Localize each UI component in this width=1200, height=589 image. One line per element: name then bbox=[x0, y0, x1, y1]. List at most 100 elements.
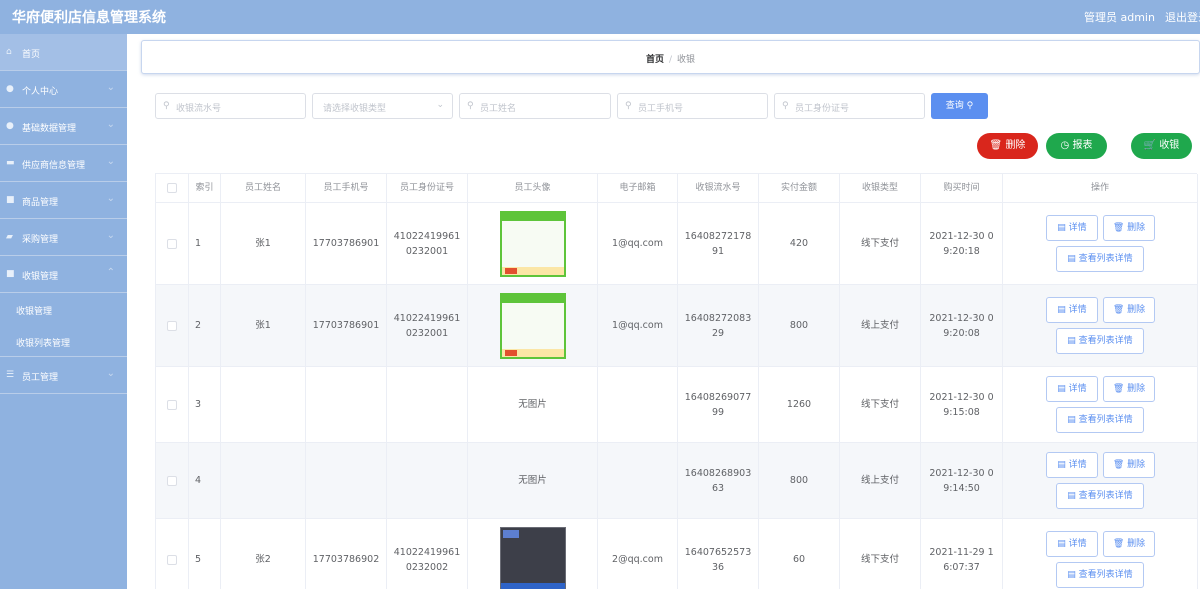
chevron-down-icon: ⌄ bbox=[106, 230, 115, 241]
detail-button[interactable]: ▤ 详情 bbox=[1046, 531, 1098, 557]
header-select-all[interactable] bbox=[156, 174, 189, 202]
chevron-down-icon: ⌄ bbox=[106, 193, 115, 204]
sidebar-subitem-cashier-list[interactable]: 收银列表管理 bbox=[0, 325, 127, 357]
cell-serial: 1640826890363 bbox=[684, 467, 752, 494]
list-detail-button[interactable]: ▤ 查看列表详情 bbox=[1056, 562, 1144, 588]
cell-type: 线下支付 bbox=[840, 519, 921, 589]
document-icon: ▤ bbox=[1057, 539, 1069, 549]
row-delete-button[interactable]: 🗑 删除 bbox=[1103, 452, 1155, 478]
cashier-button[interactable]: 🛒 收银 bbox=[1131, 133, 1192, 159]
serial-search-input[interactable]: ⚲ 收银流水号 bbox=[155, 93, 306, 119]
query-button[interactable]: 查询 ⚲ bbox=[931, 93, 988, 119]
checkbox[interactable] bbox=[167, 183, 177, 193]
sidebar-item-label: 个人中心 bbox=[22, 87, 59, 97]
header-cell: 员工姓名 bbox=[221, 174, 306, 202]
report-label: 报表 bbox=[1072, 140, 1093, 151]
sidebar-item-label: 供应商信息管理 bbox=[22, 161, 86, 171]
detail-button[interactable]: ▤ 详情 bbox=[1046, 215, 1098, 241]
cell-phone: 17703786901 bbox=[306, 285, 387, 366]
list-icon: ☰ bbox=[6, 370, 15, 380]
trash-icon: 🗑 bbox=[1112, 305, 1128, 315]
document-icon: ▤ bbox=[1067, 254, 1079, 264]
cell-serial: 1640827217891 bbox=[684, 230, 752, 257]
detail-button[interactable]: ▤ 详情 bbox=[1046, 452, 1098, 478]
cell-index: 1 bbox=[189, 203, 221, 284]
cell-avatar-text: 无图片 bbox=[468, 443, 598, 518]
detail-button[interactable]: ▤ 详情 bbox=[1046, 376, 1098, 402]
sidebar-item-label: 首页 bbox=[22, 50, 41, 60]
table-row: 5 张2 17703786902 410224199610232002 2@qq… bbox=[156, 519, 1198, 589]
checkbox[interactable] bbox=[167, 554, 177, 565]
data-table: 索引 员工姓名 员工手机号 员工身份证号 员工头像 电子邮箱 收银流水号 实付金… bbox=[155, 173, 1198, 589]
cell-type: 线上支付 bbox=[840, 443, 921, 518]
document-icon: ▤ bbox=[1057, 305, 1069, 315]
cell-email: 1@qq.com bbox=[598, 203, 678, 284]
trash-icon: 🗑 bbox=[1112, 384, 1128, 394]
row-delete-button[interactable]: 🗑 删除 bbox=[1103, 376, 1155, 402]
cell-phone bbox=[306, 443, 387, 518]
name-search-input[interactable]: ⚲ 员工姓名 bbox=[459, 93, 611, 119]
sidebar-item-cashier[interactable]: ■ 收银管理 ⌃ bbox=[0, 256, 127, 293]
search-icon: ⚲ bbox=[625, 101, 632, 111]
cell-type: 线上支付 bbox=[840, 285, 921, 366]
list-detail-button[interactable]: ▤ 查看列表详情 bbox=[1056, 246, 1144, 272]
user-icon: ● bbox=[6, 84, 14, 94]
cell-time: 2021-12-30 09:14:50 bbox=[929, 467, 994, 494]
cell-id-card: 410224199610232002 bbox=[393, 546, 461, 573]
breadcrumb-home[interactable]: 首页 bbox=[646, 55, 664, 65]
sidebar-item-purchase[interactable]: ▰ 采购管理 ⌄ bbox=[0, 219, 127, 256]
detail-button[interactable]: ▤ 详情 bbox=[1046, 297, 1098, 323]
checkbox[interactable] bbox=[167, 399, 177, 410]
document-icon: ▤ bbox=[1057, 460, 1069, 470]
checkbox[interactable] bbox=[167, 475, 177, 486]
sidebar-item-basic-data[interactable]: ● 基础数据管理 ⌄ bbox=[0, 108, 127, 145]
cell-serial: 1640827208329 bbox=[684, 312, 752, 339]
cell-serial: 1640826907799 bbox=[684, 391, 752, 418]
top-bar: 华府便利店信息管理系统 管理员 admin 退出登录 bbox=[0, 0, 1200, 34]
type-select[interactable]: 请选择收银类型 ⌄ bbox=[312, 93, 453, 119]
sidebar-item-goods[interactable]: ■ 商品管理 ⌄ bbox=[0, 182, 127, 219]
sidebar-item-supplier[interactable]: ▬ 供应商信息管理 ⌄ bbox=[0, 145, 127, 182]
header-cell: 实付金额 bbox=[759, 174, 840, 202]
header-cell: 收银类型 bbox=[840, 174, 921, 202]
list-detail-button[interactable]: ▤ 查看列表详情 bbox=[1056, 483, 1144, 509]
document-icon: ▤ bbox=[1067, 570, 1079, 580]
sidebar-item-staff[interactable]: ☰ 员工管理 ⌄ bbox=[0, 357, 127, 394]
delete-button[interactable]: 🗑 删除 bbox=[977, 133, 1038, 159]
cell-amount: 800 bbox=[759, 443, 840, 518]
document-icon: ▤ bbox=[1067, 491, 1079, 501]
sidebar-item-label: 采购管理 bbox=[22, 235, 59, 245]
breadcrumb-current: 收银 bbox=[677, 55, 696, 65]
checkbox[interactable] bbox=[167, 238, 177, 249]
type-placeholder: 请选择收银类型 bbox=[323, 104, 387, 114]
header-cell: 员工身份证号 bbox=[387, 174, 468, 202]
phone-search-input[interactable]: ⚲ 员工手机号 bbox=[617, 93, 768, 119]
cell-amount: 1260 bbox=[759, 367, 840, 442]
sidebar-item-personal[interactable]: ● 个人中心 ⌄ bbox=[0, 71, 127, 108]
document-icon: ▤ bbox=[1067, 415, 1079, 425]
report-button[interactable]: ◷ 报表 bbox=[1046, 133, 1107, 159]
sidebar-item-home[interactable]: ⌂ 首页 bbox=[0, 34, 127, 71]
trash-icon: 🗑 bbox=[1112, 460, 1128, 470]
delete-label: 删除 bbox=[1005, 140, 1026, 151]
table-row: 3 无图片 1640826907799 1260 线下支付 2021-12-30… bbox=[156, 367, 1198, 443]
row-delete-button[interactable]: 🗑 删除 bbox=[1103, 297, 1155, 323]
list-detail-button[interactable]: ▤ 查看列表详情 bbox=[1056, 407, 1144, 433]
sidebar-subitem-cashier[interactable]: 收银管理 bbox=[0, 293, 127, 325]
id-placeholder: 员工身份证号 bbox=[795, 104, 850, 114]
chevron-down-icon: ⌄ bbox=[106, 156, 115, 167]
sidebar-subitem-label: 收银列表管理 bbox=[16, 339, 71, 349]
list-detail-button[interactable]: ▤ 查看列表详情 bbox=[1056, 328, 1144, 354]
chevron-up-icon: ⌃ bbox=[106, 267, 115, 278]
row-delete-button[interactable]: 🗑 删除 bbox=[1103, 215, 1155, 241]
id-search-input[interactable]: ⚲ 员工身份证号 bbox=[774, 93, 925, 119]
cell-email: 1@qq.com bbox=[598, 285, 678, 366]
trash-icon: 🗑 bbox=[989, 140, 1003, 151]
cell-name bbox=[221, 367, 306, 442]
row-delete-button[interactable]: 🗑 删除 bbox=[1103, 531, 1155, 557]
cell-time: 2021-12-30 09:20:08 bbox=[929, 312, 994, 339]
logout-link[interactable]: 退出登录 bbox=[1165, 9, 1200, 25]
checkbox[interactable] bbox=[167, 320, 177, 331]
cell-index: 3 bbox=[189, 367, 221, 442]
query-label: 查询 bbox=[945, 101, 964, 111]
